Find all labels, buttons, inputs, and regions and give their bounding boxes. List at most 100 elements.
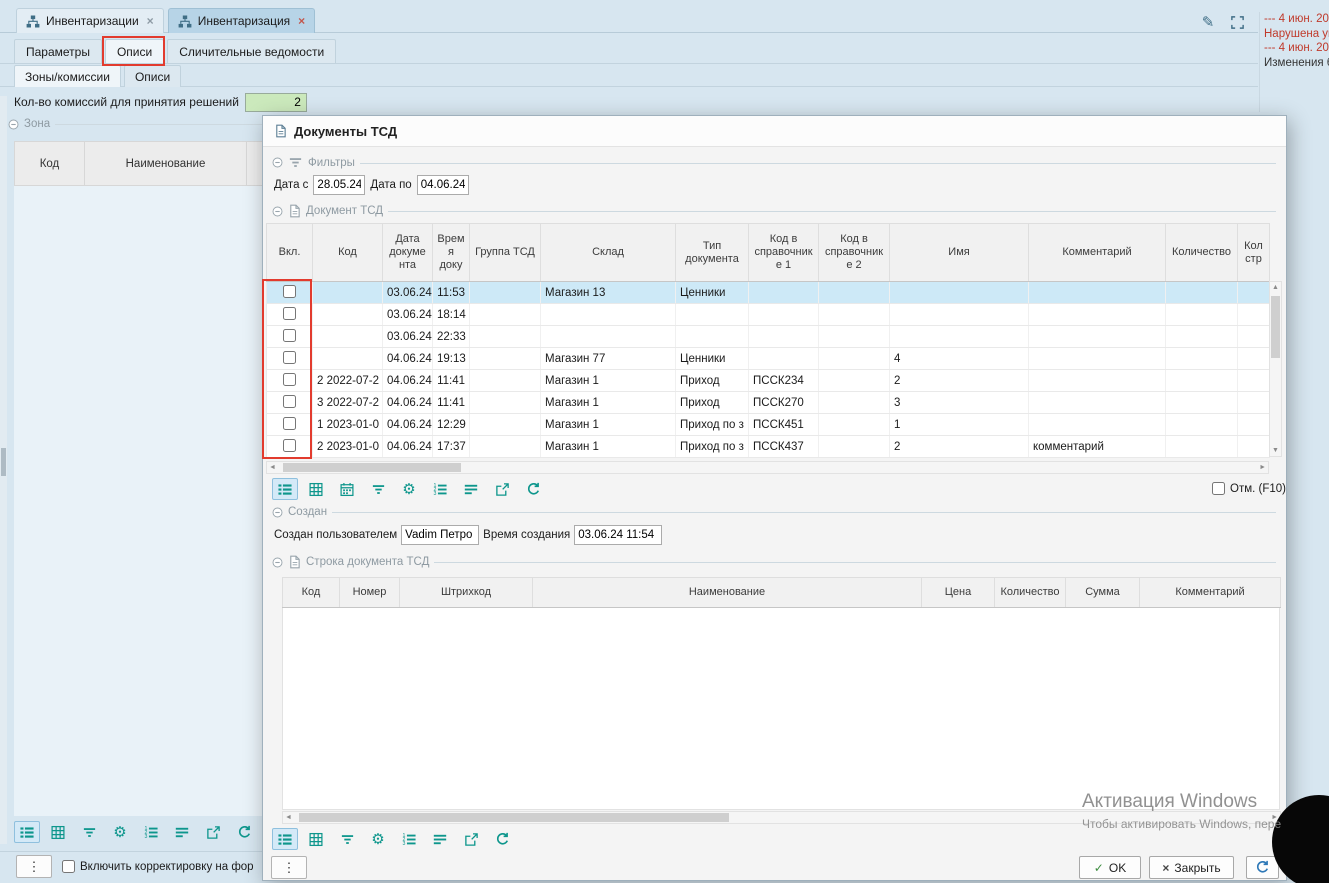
cell-ref2[interactable] bbox=[819, 392, 890, 414]
scroll-up-icon[interactable]: ▲ bbox=[1270, 284, 1281, 291]
cell-code[interactable] bbox=[313, 304, 383, 326]
documents-vscroll[interactable]: ▲ ▼ bbox=[1269, 281, 1282, 457]
cell-qty[interactable] bbox=[1166, 304, 1238, 326]
zone-column-kod[interactable]: Код bbox=[15, 142, 85, 186]
document-row[interactable]: 03.06.2411:53 Магазин 13Ценники bbox=[267, 282, 1270, 304]
cell-comment[interactable] bbox=[1029, 304, 1166, 326]
close-button[interactable]: × Закрыть bbox=[1149, 856, 1234, 879]
cell-time[interactable]: 12:29 bbox=[433, 414, 470, 436]
edit-button[interactable]: ✎ bbox=[1197, 11, 1219, 33]
cell-name[interactable]: 2 bbox=[890, 370, 1029, 392]
settings-button[interactable]: ⚙ bbox=[107, 821, 133, 843]
fullscreen-button[interactable] bbox=[1226, 11, 1248, 33]
cell-code[interactable] bbox=[313, 326, 383, 348]
cell-doc_type[interactable]: Ценники bbox=[676, 282, 749, 304]
cell-group[interactable] bbox=[470, 414, 541, 436]
tab-close-icon[interactable]: × bbox=[298, 14, 305, 28]
row-include-checkbox[interactable] bbox=[283, 329, 296, 342]
scroll-thumb[interactable] bbox=[1, 448, 6, 476]
date-to-input[interactable] bbox=[417, 175, 469, 195]
column-header[interactable]: Штрихкод bbox=[400, 578, 533, 608]
column-header[interactable]: Склад bbox=[541, 224, 676, 282]
cell-group[interactable] bbox=[470, 348, 541, 370]
tab-opisi-inner[interactable]: Описи bbox=[124, 65, 181, 87]
cell-time[interactable]: 19:13 bbox=[433, 348, 470, 370]
cell-include[interactable] bbox=[267, 282, 313, 304]
cell-doc_type[interactable]: Приход bbox=[676, 370, 749, 392]
column-header[interactable]: Вкл. bbox=[267, 224, 313, 282]
cell-warehouse[interactable]: Магазин 1 bbox=[541, 436, 676, 458]
cell-warehouse[interactable]: Магазин 77 bbox=[541, 348, 676, 370]
cell-lines[interactable] bbox=[1238, 304, 1270, 326]
scroll-down-icon[interactable]: ▼ bbox=[1270, 447, 1281, 454]
cell-qty[interactable] bbox=[1166, 348, 1238, 370]
cell-qty[interactable] bbox=[1166, 370, 1238, 392]
cell-warehouse[interactable]: Магазин 1 bbox=[541, 414, 676, 436]
left-scrollbar[interactable] bbox=[0, 96, 7, 844]
ok-button[interactable]: ✓ OK bbox=[1079, 856, 1141, 879]
document-row[interactable]: 2 2022-07-204.06.2411:41Магазин 1ПриходП… bbox=[267, 370, 1270, 392]
cell-qty[interactable] bbox=[1166, 414, 1238, 436]
column-header[interactable]: Наименование bbox=[533, 578, 922, 608]
adjust-checkbox-row[interactable]: Включить корректировку на фор bbox=[62, 860, 254, 873]
list-view-button[interactable] bbox=[272, 828, 298, 850]
cell-ref2[interactable] bbox=[819, 370, 890, 392]
column-header[interactable]: Группа ТСД bbox=[470, 224, 541, 282]
calendar-button[interactable] bbox=[334, 478, 360, 500]
tab-opisi[interactable]: Описи bbox=[105, 39, 164, 63]
filter-button[interactable] bbox=[76, 821, 102, 843]
cell-comment[interactable] bbox=[1029, 392, 1166, 414]
cell-warehouse[interactable]: Магазин 13 bbox=[541, 282, 676, 304]
refresh-button[interactable] bbox=[1246, 856, 1279, 879]
collapse-icon[interactable] bbox=[272, 157, 283, 168]
cell-comment[interactable] bbox=[1029, 282, 1166, 304]
numbered-list-button[interactable]: 123 bbox=[138, 821, 164, 843]
row-include-checkbox[interactable] bbox=[283, 351, 296, 364]
cell-ref1[interactable]: ПССК234 bbox=[749, 370, 819, 392]
column-header[interactable]: Комментарий bbox=[1029, 224, 1166, 282]
column-header[interactable]: Код в справочник е 1 bbox=[749, 224, 819, 282]
cell-date[interactable]: 03.06.24 bbox=[383, 282, 433, 304]
tab-inventarizacii[interactable]: Инвентаризации × bbox=[16, 8, 164, 33]
date-from-input[interactable] bbox=[313, 175, 365, 195]
dialog-menu-dots-button[interactable]: ⋮ bbox=[271, 856, 307, 879]
cell-group[interactable] bbox=[470, 392, 541, 414]
list-view-button[interactable] bbox=[272, 478, 298, 500]
column-header[interactable]: Количество bbox=[1166, 224, 1238, 282]
cell-comment[interactable] bbox=[1029, 326, 1166, 348]
cell-date[interactable]: 04.06.24 bbox=[383, 414, 433, 436]
cell-name[interactable] bbox=[890, 304, 1029, 326]
cell-group[interactable] bbox=[470, 304, 541, 326]
cell-time[interactable]: 22:33 bbox=[433, 326, 470, 348]
open-external-button[interactable] bbox=[200, 821, 226, 843]
cell-name[interactable]: 2 bbox=[890, 436, 1029, 458]
cell-include[interactable] bbox=[267, 436, 313, 458]
cell-code[interactable]: 2 2023-01-0 bbox=[313, 436, 383, 458]
settings-button[interactable]: ⚙ bbox=[396, 478, 422, 500]
cell-date[interactable]: 04.06.24 bbox=[383, 436, 433, 458]
tab-slichitelnye-vedomosti[interactable]: Сличительные ведомости bbox=[167, 39, 336, 63]
tab-zony-komissii[interactable]: Зоны/комиссии bbox=[14, 65, 121, 87]
otm-checkbox[interactable] bbox=[1212, 482, 1225, 495]
cell-group[interactable] bbox=[470, 436, 541, 458]
cell-code[interactable] bbox=[313, 348, 383, 370]
row-include-checkbox[interactable] bbox=[283, 417, 296, 430]
cell-group[interactable] bbox=[470, 326, 541, 348]
column-header[interactable]: Врем я доку bbox=[433, 224, 470, 282]
cell-ref2[interactable] bbox=[819, 436, 890, 458]
cell-doc_type[interactable]: Приход по з bbox=[676, 414, 749, 436]
zone-column-naimenovanie[interactable]: Наименование bbox=[85, 142, 247, 186]
column-header[interactable]: Количество bbox=[995, 578, 1066, 608]
column-header[interactable]: Код bbox=[283, 578, 340, 608]
cell-time[interactable]: 11:53 bbox=[433, 282, 470, 304]
cell-code[interactable]: 1 2023-01-0 bbox=[313, 414, 383, 436]
cell-warehouse[interactable]: Магазин 1 bbox=[541, 392, 676, 414]
cell-comment[interactable]: комментарий bbox=[1029, 436, 1166, 458]
cell-include[interactable] bbox=[267, 414, 313, 436]
cell-ref1[interactable] bbox=[749, 282, 819, 304]
column-header[interactable]: Код в справочник е 2 bbox=[819, 224, 890, 282]
cell-qty[interactable] bbox=[1166, 436, 1238, 458]
column-header[interactable]: Тип документа bbox=[676, 224, 749, 282]
cell-lines[interactable] bbox=[1238, 348, 1270, 370]
cell-date[interactable]: 03.06.24 bbox=[383, 304, 433, 326]
